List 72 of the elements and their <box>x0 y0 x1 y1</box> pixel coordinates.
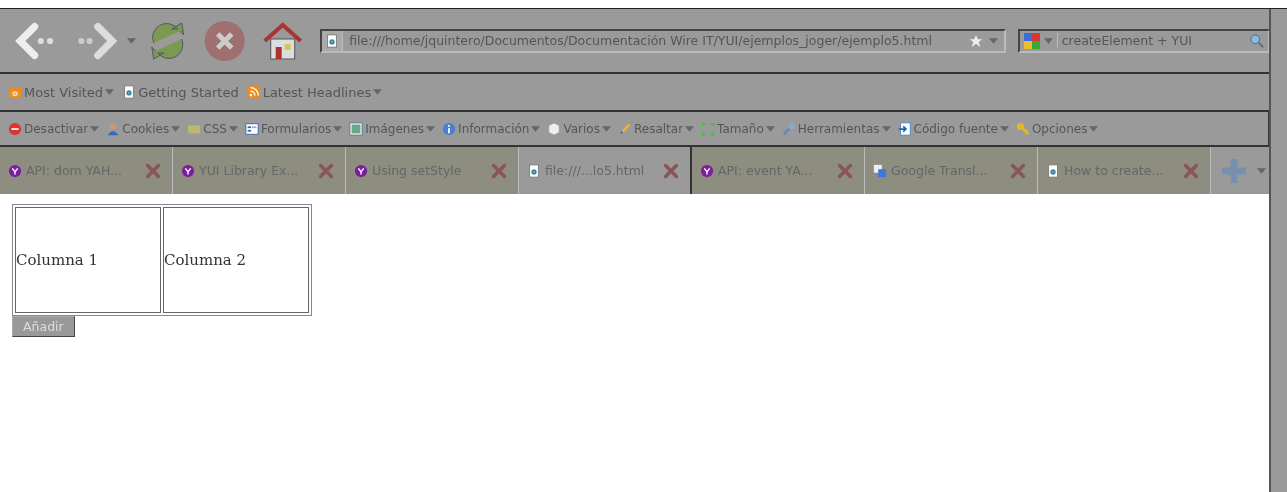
caret-icon <box>999 125 1009 132</box>
stop-icon <box>8 121 22 136</box>
caret-icon <box>601 125 611 132</box>
add-button[interactable]: Añadir <box>12 316 75 337</box>
caret-icon <box>105 89 115 95</box>
toolbar-menu[interactable]: Imágenes <box>349 121 436 136</box>
caret-icon <box>171 125 181 132</box>
caret-icon[interactable] <box>126 37 136 44</box>
caret-icon <box>685 125 695 132</box>
info-icon <box>442 121 457 136</box>
close-icon[interactable] <box>490 161 508 180</box>
bookmark-item[interactable]: Latest Headlines <box>246 84 383 100</box>
table-cell: Columna 1 <box>15 207 161 313</box>
page-icon <box>527 163 541 178</box>
caret-icon <box>373 89 383 95</box>
page-icon <box>122 85 137 99</box>
address-field[interactable]: file:///home/jquintero/Documentos/Documentación Wire IT/YUI/ejemplos_joger/ejemplo5.html <box>320 28 1006 53</box>
toolbar-menu[interactable]: Opciones <box>1015 121 1099 136</box>
translate-icon <box>873 163 887 178</box>
caret-icon <box>333 125 343 132</box>
caret-icon <box>881 125 891 132</box>
caret-icon <box>1089 125 1099 132</box>
search-icon[interactable] <box>1250 33 1265 48</box>
person-icon <box>106 121 121 136</box>
wrench-icon <box>781 121 796 136</box>
toolbar-menu[interactable]: Varios <box>547 121 611 136</box>
form-icon <box>244 121 259 136</box>
code-icon <box>897 121 912 136</box>
caret-icon[interactable] <box>1043 37 1053 44</box>
caret-icon <box>426 125 436 132</box>
caret-icon <box>228 125 238 132</box>
close-icon[interactable] <box>836 161 854 180</box>
bookmark-item[interactable]: Getting Started <box>122 84 239 100</box>
caret-icon <box>90 125 100 132</box>
caret-icon <box>531 125 541 132</box>
toolbar-menu[interactable]: CSS <box>187 121 238 136</box>
close-icon[interactable] <box>1182 161 1200 180</box>
caret-icon <box>765 125 775 132</box>
feed-icon <box>246 85 261 99</box>
close-icon[interactable] <box>662 161 680 180</box>
toolbar-menu[interactable]: Código fuente <box>897 121 1009 136</box>
logo-icon <box>181 163 195 178</box>
table-cell: Columna 2 <box>163 207 309 313</box>
bookmark-item[interactable]: Most Visited <box>8 84 115 100</box>
close-icon[interactable] <box>1009 161 1027 180</box>
close-icon[interactable] <box>144 161 162 180</box>
toolbar-menu[interactable]: Cookies <box>106 121 181 136</box>
search-text: createElement + YUI <box>1056 33 1247 48</box>
logo-icon <box>354 163 368 178</box>
toolbar-menu[interactable]: Formularios <box>244 121 343 136</box>
toolbar-menu[interactable]: Tamaño <box>701 121 775 136</box>
logo-icon <box>700 163 714 178</box>
folder-icon <box>8 85 22 99</box>
url-text: file:///home/jquintero/Documentos/Documentación Wire IT/YUI/ejemplos_joger/ejemplo5.html <box>349 33 933 48</box>
toolbar-menu[interactable]: Herramientas <box>781 121 891 136</box>
toolbar-menu[interactable]: Desactivar <box>8 121 100 136</box>
page-icon <box>1046 163 1060 178</box>
caret-icon[interactable] <box>1257 167 1266 174</box>
caret-icon[interactable] <box>988 37 998 44</box>
cube-icon <box>547 121 562 136</box>
key-icon <box>1015 121 1030 136</box>
search-engine-icon[interactable] <box>1023 32 1040 49</box>
close-icon[interactable] <box>317 161 335 180</box>
toolbar-menu[interactable]: Información <box>442 121 541 136</box>
star-icon[interactable] <box>968 33 983 48</box>
toolbar-menu[interactable]: Resaltar <box>617 121 695 136</box>
resize-icon <box>701 121 716 136</box>
page-icon <box>325 33 340 48</box>
image-icon <box>349 121 364 136</box>
pen-icon <box>617 121 632 136</box>
search-field[interactable]: createElement + YUI <box>1017 28 1271 53</box>
logo-icon <box>8 163 22 178</box>
